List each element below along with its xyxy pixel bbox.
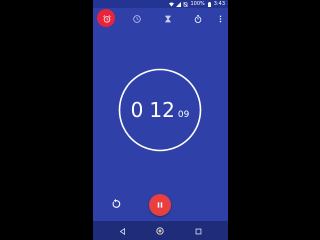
clock-icon [133,15,141,23]
battery-percent: 100% [190,1,205,7]
seconds-value: 12 [149,98,175,122]
tab-stopwatch[interactable] [187,8,209,30]
hourglass-icon [165,15,171,23]
hundredths-value: 09 [177,110,190,120]
nav-back-button[interactable] [115,224,129,238]
battery-icon [207,1,211,7]
tab-clock[interactable] [126,8,148,30]
stopwatch-icon [194,15,202,23]
stopwatch-app: 100% 3:43 0 12 09 [93,0,228,240]
signal-icon [176,1,182,7]
nav-home-button[interactable] [153,224,167,238]
pause-icon [157,202,163,208]
status-bar: 100% 3:43 [93,0,228,8]
screen: 100% 3:43 0 12 09 [0,0,320,240]
tab-timer[interactable] [157,8,179,30]
tab-bar [93,8,228,30]
elapsed-time: 0 12 09 [118,97,202,123]
more-vert-icon [219,15,221,23]
reset-icon [112,199,121,208]
wifi-icon [169,2,175,6]
tab-alarm[interactable] [96,8,118,30]
recents-icon [195,228,201,234]
alarm-icon [103,15,111,23]
status-time: 3:43 [213,1,225,7]
status-icons: 100% 3:43 [169,0,225,8]
pause-button[interactable] [149,194,171,216]
no-sim-icon [183,1,189,7]
home-icon [156,227,164,235]
back-icon [119,227,125,235]
navigation-bar [93,221,228,240]
minutes-value: 0 [130,98,144,122]
reset-button[interactable] [108,196,124,212]
nav-recents-button[interactable] [191,224,205,238]
overflow-menu-button[interactable] [214,8,226,30]
